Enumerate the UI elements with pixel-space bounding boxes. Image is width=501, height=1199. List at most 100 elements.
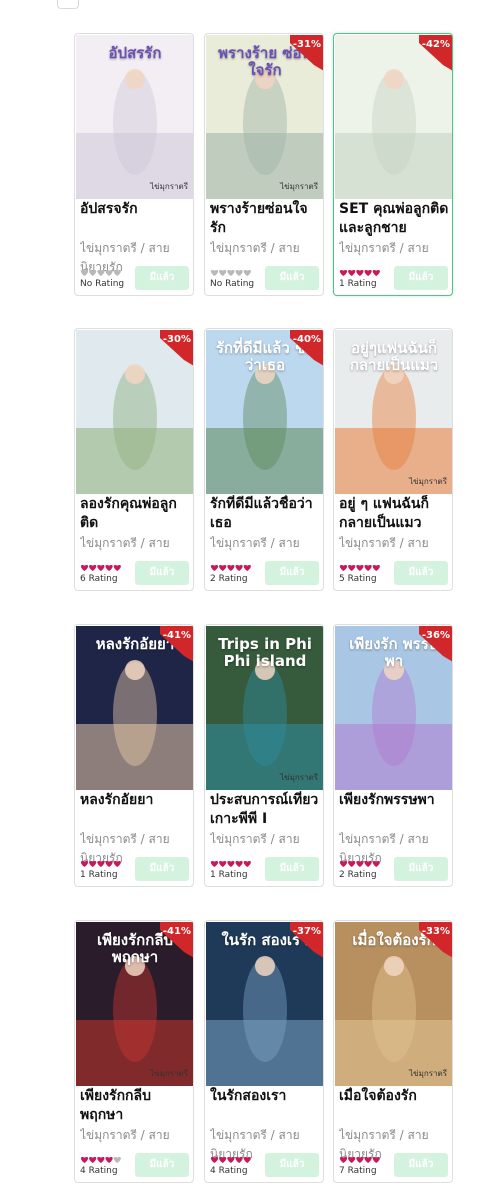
book-card[interactable]: หลงรักอัยยา -41% หลงรักอัยยา ไข่มุกราตรี… [74,624,194,887]
star-icon [243,564,251,571]
cover-author: ไข่มุกราตรี [280,773,318,782]
book-title[interactable]: เพียงรักพรรษพา [339,791,449,829]
cover-author: ไข่มุกราตรี [150,1069,188,1078]
owned-button[interactable]: มีแล้ว [135,857,189,881]
owned-button[interactable]: มีแล้ว [265,1153,319,1177]
book-card[interactable]: เมื่อใจต้องรัก ไข่มุกราตรี -33% เมื่อใจต… [333,920,453,1183]
star-icon [89,564,97,571]
book-cover[interactable]: เมื่อใจต้องรัก ไข่มุกราตรี -33% [335,922,452,1086]
rating-count: 1 Rating [210,870,248,880]
cover-title: Trips in Phi Phi island [218,635,312,670]
discount-ribbon: -37% [288,922,323,958]
rating-stars [339,859,381,868]
book-card[interactable]: อยู่ๆแฟนฉันก็กลายเป็นแมว ไข่มุกราตรี อยู… [333,328,453,591]
star-icon [339,860,348,867]
book-title[interactable]: ในรักสองเรา [210,1087,320,1125]
star-icon [339,269,348,276]
cover-author: ไข่มุกราตรี [409,477,447,486]
book-cover[interactable]: อยู่ๆแฟนฉันก็กลายเป็นแมว ไข่มุกราตรี [335,330,452,494]
book-card[interactable]: อัปสรรัก ไข่มุกราตรี อัปสรจรัก ไข่มุกราต… [74,33,194,296]
book-cover[interactable]: พรางร้าย ซ่อนใจรัก ไข่มุกราตรี -31% [206,35,323,199]
book-cover[interactable]: เพียงรักกลีบพฤกษา ไข่มุกราตรี -41% [76,922,193,1086]
book-card[interactable]: เพียงรักกลีบพฤกษา ไข่มุกราตรี -41% เพียง… [74,920,194,1183]
discount-label: -31% [292,39,321,50]
book-card[interactable]: รักที่ดีมีแล้ว ชื่อว่าเธอ -40% รักที่ดีม… [204,328,324,591]
star-icon [372,860,380,867]
owned-button[interactable]: มีแล้ว [135,1153,189,1177]
top-tab[interactable] [57,0,79,9]
owned-button[interactable]: มีแล้ว [394,857,448,881]
star-icon [339,564,348,571]
book-cover[interactable]: รักที่ดีมีแล้ว ชื่อว่าเธอ -40% [206,330,323,494]
star-icon [356,269,364,276]
rating-count: 6 Rating [80,574,118,584]
book-title[interactable]: ประสบการณ์เที่ยวเกาะพีพี I [210,791,320,829]
book-cover[interactable]: Trips in Phi Phi island ไข่มุกราตรี [206,626,323,790]
book-title[interactable]: SET คุณพ่อลูกติดและลูกชาย [339,200,449,238]
star-icon [113,1156,121,1163]
star-icon [210,1156,219,1163]
star-icon [80,1156,89,1163]
rating-stars [80,1155,122,1164]
star-icon [364,564,372,571]
discount-ribbon: -42% [417,35,452,71]
book-card[interactable]: Trips in Phi Phi island ไข่มุกราตรี ประส… [204,624,324,887]
owned-button[interactable]: มีแล้ว [265,266,319,290]
star-icon [356,1156,364,1163]
star-icon [89,1156,97,1163]
book-cover[interactable]: -42% [335,35,452,199]
rating-stars [210,268,252,277]
owned-button[interactable]: มีแล้ว [394,561,448,585]
discount-ribbon: -41% [158,922,193,958]
owned-button[interactable]: มีแล้ว [394,266,448,290]
star-icon [97,860,105,867]
book-card[interactable]: -30% ลองรักคุณพ่อลูกติด ไข่มุกราตรี / สา… [74,328,194,591]
book-title[interactable]: เมื่อใจต้องรัก [339,1087,449,1125]
star-icon [97,564,105,571]
book-cover[interactable]: ในรัก สองเรา -37% [206,922,323,1086]
rating-count: 2 Rating [339,870,377,880]
book-title[interactable]: ลองรักคุณพ่อลูกติด [80,495,190,533]
book-title[interactable]: เพียงรักกลีบพฤกษา [80,1087,190,1125]
star-icon [210,564,219,571]
book-cover[interactable]: อัปสรรัก ไข่มุกราตรี [76,35,193,199]
star-icon [80,269,89,276]
rating-stars [339,563,381,572]
book-cover[interactable]: เพียงรัก พรรษพา -36% [335,626,452,790]
book-title[interactable]: อยู่ ๆ แฟนฉันก็กลายเป็นแมว [339,495,449,533]
cover-title: อัปสรรัก [108,44,162,62]
owned-button[interactable]: มีแล้ว [135,266,189,290]
book-cover[interactable]: หลงรักอัยยา -41% [76,626,193,790]
star-icon [348,564,356,571]
discount-ribbon: -40% [288,330,323,366]
book-card[interactable]: -42% SET คุณพ่อลูกติดและลูกชาย ไข่มุกราต… [333,33,453,296]
star-icon [227,860,235,867]
rating-count: 4 Rating [80,1166,118,1176]
owned-button[interactable]: มีแล้ว [135,561,189,585]
star-icon [97,269,105,276]
owned-button[interactable]: มีแล้ว [265,857,319,881]
star-icon [219,269,227,276]
star-icon [243,1156,251,1163]
book-card[interactable]: พรางร้าย ซ่อนใจรัก ไข่มุกราตรี -31% พราง… [204,33,324,296]
discount-label: -30% [162,334,191,345]
star-icon [105,1156,113,1163]
book-cover[interactable]: -30% [76,330,193,494]
star-icon [105,564,113,571]
cover-author: ไข่มุกราตรี [280,182,318,191]
rating-count: No Rating [210,279,255,289]
book-card[interactable]: ในรัก สองเรา -37% ในรักสองเรา ไข่มุกราตร… [204,920,324,1183]
discount-ribbon: -41% [158,626,193,662]
rating-stars [210,859,252,868]
star-icon [227,1156,235,1163]
star-icon [97,1156,105,1163]
star-icon [348,1156,356,1163]
discount-ribbon: -30% [158,330,193,366]
owned-button[interactable]: มีแล้ว [265,561,319,585]
book-title[interactable]: รักที่ดีมีแล้วชื่อว่าเธอ [210,495,320,533]
book-title[interactable]: อัปสรจรัก [80,200,190,238]
book-card[interactable]: เพียงรัก พรรษพา -36% เพียงรักพรรษพา ไข่ม… [333,624,453,887]
book-title[interactable]: หลงรักอัยยา [80,791,190,829]
owned-button[interactable]: มีแล้ว [394,1153,448,1177]
book-title[interactable]: พรางร้ายซ่อนใจรัก [210,200,320,238]
